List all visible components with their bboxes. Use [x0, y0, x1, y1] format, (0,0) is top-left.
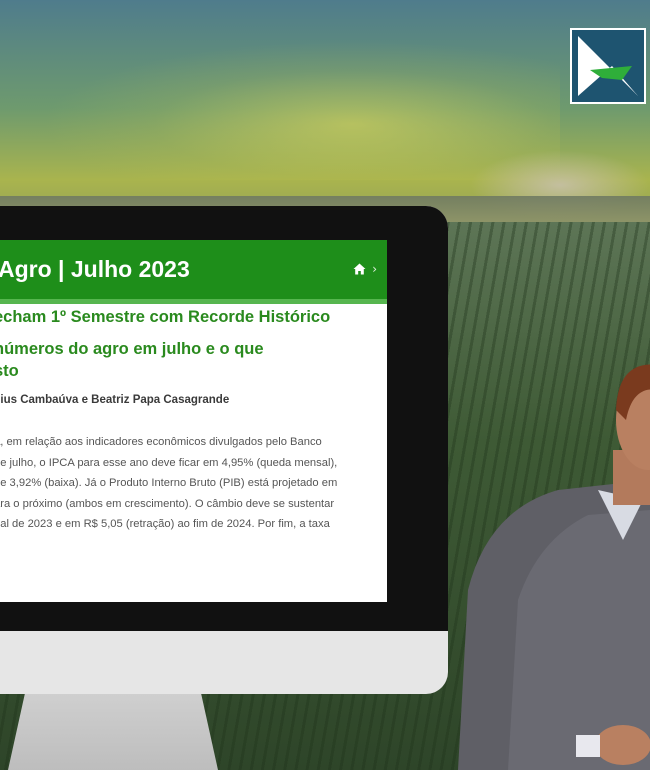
- person-illustration: [458, 364, 650, 770]
- article-subhead: números do agro em julho e o que sto: [0, 338, 314, 382]
- breadcrumb-chevron-icon: ›: [372, 262, 377, 276]
- home-icon[interactable]: [353, 263, 366, 275]
- article-authors: cius Cambaúva e Beatriz Papa Casagrande: [0, 394, 230, 406]
- article-body-line: a, em relação aos indicadores econômicos…: [0, 432, 386, 453]
- monitor-stand: [8, 694, 218, 770]
- article-body-line: de julho, o IPCA para esse ano deve fica…: [0, 456, 338, 469]
- presenter-photo: [448, 340, 650, 770]
- article-body-line: ara o próximo (ambos em crescimento). O …: [0, 497, 335, 510]
- article-body-line-rest: , em relação aos indicadores econômicos …: [0, 436, 322, 448]
- site-header-bar: Agro | Julho 2023 ›: [0, 240, 387, 304]
- desktop-monitor: Agro | Julho 2023 › echam 1º Semestre co…: [0, 206, 448, 694]
- brand-logo: [570, 28, 646, 104]
- article-headline: echam 1º Semestre com Recorde Histórico: [0, 308, 331, 326]
- article-body-line: de 3,92% (baixa). Já o Produto Interno B…: [0, 477, 338, 489]
- page-title: Agro | Julho 2023: [0, 256, 190, 282]
- article-body: a, em relação aos indicadores econômicos…: [0, 432, 386, 535]
- article-subhead-text: números do agro em julho e o que sto: [0, 340, 264, 380]
- breadcrumb[interactable]: ›: [353, 263, 377, 275]
- arrow-logo-icon: [578, 36, 638, 96]
- monitor-screen: Agro | Julho 2023 › echam 1º Semestre co…: [0, 240, 387, 602]
- article-body-line: nal de 2023 e em R$ 5,05 (retração) ao f…: [0, 518, 330, 530]
